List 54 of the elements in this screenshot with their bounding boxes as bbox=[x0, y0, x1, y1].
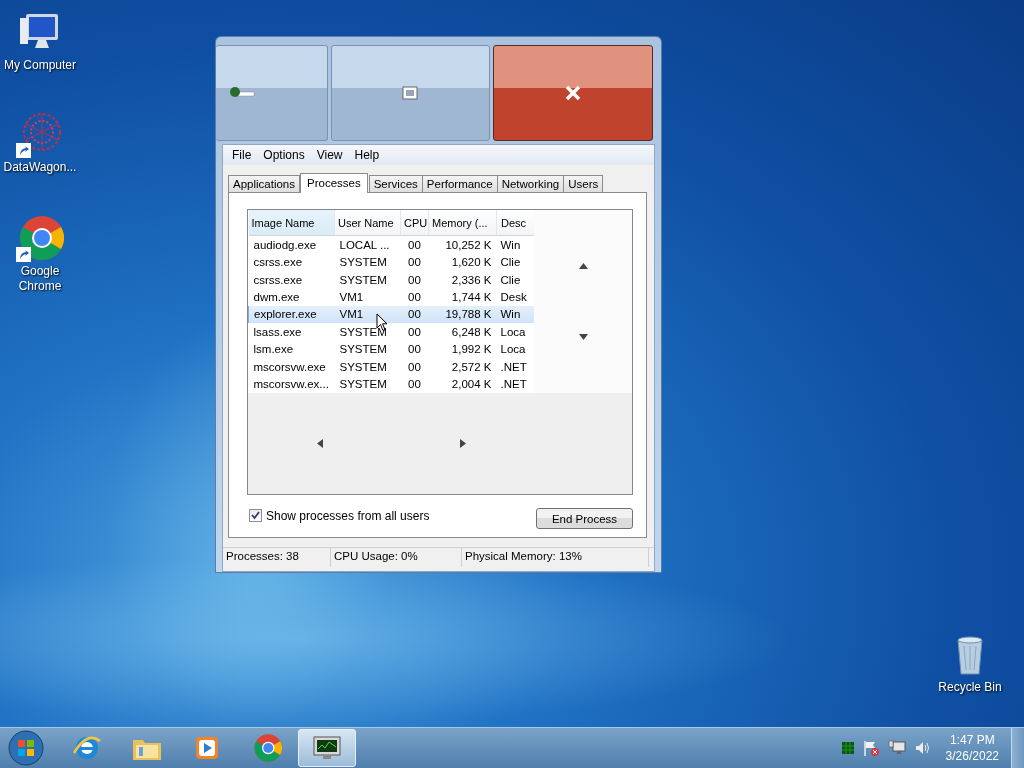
desktop-icon-label[interactable]: DataWagon... bbox=[2, 160, 78, 175]
clock-date[interactable]: 3/26/2022 bbox=[945, 748, 999, 764]
start-button[interactable] bbox=[8, 730, 44, 766]
desktop-icon-label[interactable]: Google Chrome bbox=[2, 264, 78, 294]
network-icon[interactable] bbox=[887, 740, 906, 756]
cpu-meter-icon[interactable] bbox=[841, 742, 854, 754]
process-row[interactable]: csrss.exe SYSTEM 00 2,336 K Clie bbox=[248, 270, 535, 289]
process-row[interactable]: mscorsvw.exe SYSTEM 00 2,572 K .NET bbox=[248, 358, 535, 376]
end-process-button[interactable]: End Process bbox=[536, 508, 633, 529]
process-row[interactable]: lsm.exe SYSTEM 00 1,992 K Loca bbox=[248, 340, 535, 359]
menu-item[interactable]: File bbox=[226, 148, 258, 162]
media-player-icon bbox=[193, 734, 221, 762]
checkbox-label[interactable]: Show processes from all users bbox=[266, 508, 430, 523]
tab[interactable]: Services bbox=[368, 175, 423, 192]
tab[interactable]: Users bbox=[563, 175, 604, 192]
scroll-down-icon[interactable] bbox=[578, 334, 588, 341]
minimize-icon bbox=[228, 86, 256, 100]
status-text: CPU Usage: 0% bbox=[331, 548, 462, 567]
menu-item[interactable]: Options bbox=[257, 148, 311, 162]
close-button[interactable] bbox=[492, 45, 653, 141]
maximize-icon bbox=[402, 86, 419, 100]
column-header[interactable]: Memory (... bbox=[428, 210, 497, 236]
process-row[interactable]: mscorsvw.ex... SYSTEM 00 2,004 K .NET bbox=[248, 375, 535, 393]
scroll-left-icon[interactable] bbox=[316, 439, 323, 448]
taskbar-button[interactable] bbox=[298, 729, 356, 767]
flag-icon[interactable] bbox=[861, 739, 880, 757]
process-row[interactable]: audiodg.exe LOCAL ... 00 10,252 K Win bbox=[248, 235, 535, 254]
scroll-right-icon[interactable] bbox=[459, 439, 466, 448]
tab[interactable]: Processes bbox=[300, 173, 368, 193]
status-text: Physical Memory: 13% bbox=[462, 548, 649, 567]
process-row[interactable]: dwm.exe VM1 00 1,744 K Desk bbox=[248, 288, 535, 306]
checkbox[interactable] bbox=[249, 509, 262, 522]
tab[interactable]: Networking bbox=[496, 175, 565, 192]
tab[interactable]: Performance bbox=[421, 175, 498, 192]
chrome-icon bbox=[252, 733, 282, 763]
menu-item[interactable]: Help bbox=[348, 148, 386, 162]
process-row[interactable]: explorer.exe VM1 00 19,788 K Win bbox=[248, 305, 535, 324]
menu-item[interactable]: View bbox=[310, 148, 349, 162]
monitor-icon bbox=[312, 735, 342, 761]
process-row[interactable]: csrss.exe SYSTEM 00 1,620 K Clie bbox=[248, 253, 535, 271]
desktop-icon-label[interactable]: Recycle Bin bbox=[932, 680, 1008, 695]
column-header[interactable]: Image Name bbox=[248, 210, 335, 236]
horizontal-scrollbar[interactable] bbox=[248, 393, 534, 494]
column-header[interactable]: User Name bbox=[334, 210, 401, 236]
tab[interactable]: Applications bbox=[228, 175, 300, 192]
status-text: Processes: 38 bbox=[223, 548, 331, 567]
column-header[interactable]: Desc bbox=[496, 210, 535, 236]
vertical-scrollbar[interactable] bbox=[534, 210, 632, 393]
scroll-up-icon[interactable] bbox=[578, 262, 588, 269]
desktop-icon-label[interactable]: My Computer bbox=[2, 58, 78, 73]
column-header[interactable]: CPU bbox=[400, 210, 429, 236]
process-row[interactable]: lsass.exe SYSTEM 00 6,248 K Loca bbox=[248, 323, 535, 341]
volume-icon[interactable] bbox=[913, 740, 930, 756]
close-icon bbox=[564, 85, 581, 101]
